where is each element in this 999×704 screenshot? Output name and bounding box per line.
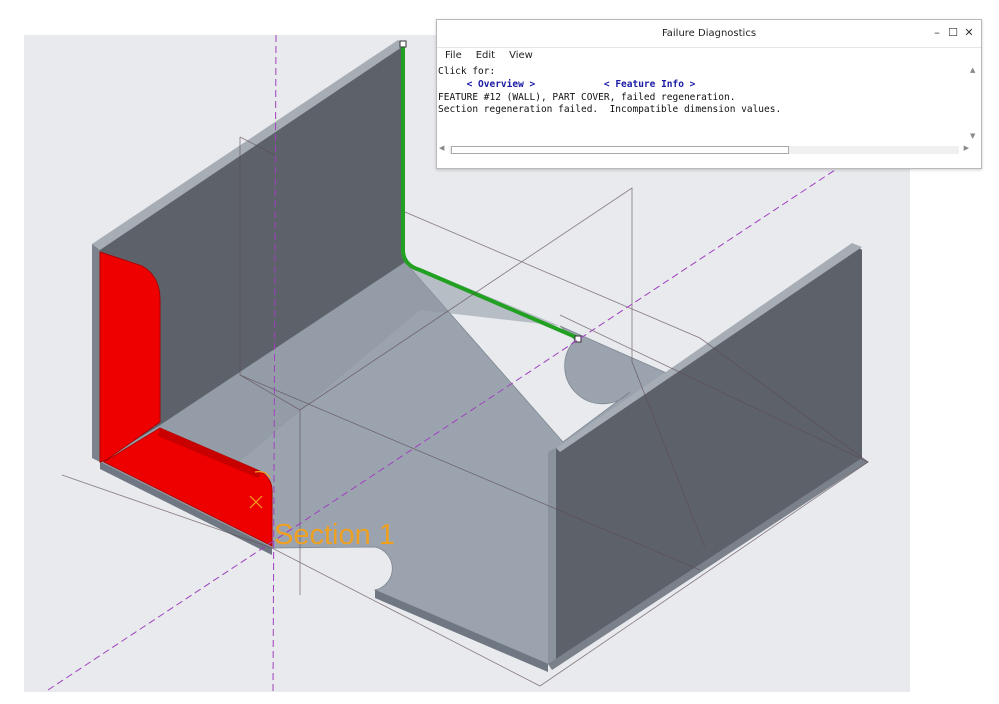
window-title: Failure Diagnostics [661, 28, 757, 39]
edge-handle-top[interactable] [399, 40, 407, 48]
maximize-icon[interactable]: ☐ [947, 24, 959, 40]
right-wall-front-edge [548, 448, 556, 664]
scroll-up-icon[interactable]: ▲ [970, 66, 975, 74]
scroll-left-icon[interactable]: ◀ [439, 144, 444, 152]
window-titlebar[interactable]: Failure Diagnostics – ☐ ✕ [437, 20, 981, 48]
menu-bar: File Edit View [443, 48, 545, 63]
scroll-thumb[interactable] [451, 146, 789, 154]
click-for-label: Click for: [438, 66, 496, 77]
back-wall-side-edge [92, 244, 100, 462]
feature-info-link[interactable]: < Feature Info > [604, 79, 696, 90]
minimize-icon[interactable]: – [931, 24, 943, 40]
menu-file[interactable]: File [443, 48, 470, 63]
window-controls: – ☐ ✕ [931, 24, 975, 40]
menu-edit[interactable]: Edit [474, 48, 503, 63]
overview-link[interactable]: < Overview > [467, 79, 536, 90]
failure-diagnostics-window[interactable]: Failure Diagnostics – ☐ ✕ File Edit View… [436, 19, 982, 169]
vertical-scrollbar[interactable]: ▲ ▼ [969, 66, 979, 144]
scroll-right-icon[interactable]: ▶ [964, 144, 969, 152]
section-label: Section 1 [274, 519, 395, 551]
close-icon[interactable]: ✕ [963, 24, 975, 40]
diagnostics-text: Click for: < Overview > < Feature Info >… [438, 66, 969, 143]
feature-message: FEATURE #12 (WALL), PART COVER, failed r… [438, 91, 736, 103]
section-message: Section regeneration failed. Incompatibl… [438, 104, 782, 116]
menu-view[interactable]: View [507, 48, 541, 63]
scroll-down-icon[interactable]: ▼ [970, 132, 975, 140]
horizontal-scrollbar[interactable]: ◀ ▶ [439, 144, 969, 156]
